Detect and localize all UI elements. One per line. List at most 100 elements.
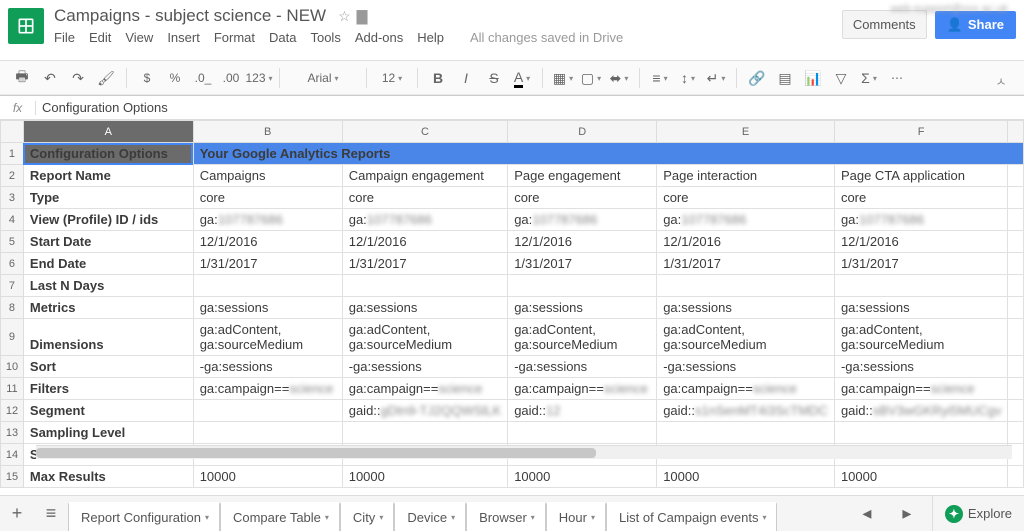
cell-B8[interactable]: ga:sessions [193,297,342,319]
cell-E4[interactable]: ga:107787686 [657,209,835,231]
print-icon[interactable]: 🖶 [10,66,34,90]
add-sheet-button[interactable]: + [0,496,34,531]
cell-C3[interactable]: core [342,187,507,209]
redo-icon[interactable]: ↷ [66,66,90,90]
scroll-tabs-left[interactable]: ◂ [850,503,884,524]
all-sheets-button[interactable]: ≡ [34,496,68,531]
number-format-dropdown[interactable]: 123 [247,66,271,90]
cell-A12[interactable]: Segment [23,400,193,422]
cell-F5[interactable]: 12/1/2016 [834,231,1007,253]
cell-D12[interactable]: gaid::12 [508,400,657,422]
cell-A11[interactable]: Filters [23,378,193,400]
menu-edit[interactable]: Edit [89,30,111,45]
row-header[interactable]: 7 [1,275,24,297]
formula-input[interactable] [36,100,1024,115]
cell-F10[interactable]: -ga:sessions [834,356,1007,378]
cell-F12[interactable]: gaid::sBV3wGKRyi5MUCgv [834,400,1007,422]
cell-F15[interactable]: 10000 [834,466,1007,488]
cell-D4[interactable]: ga:107787686 [508,209,657,231]
dec-increase-button[interactable]: .00 [219,66,243,90]
strike-button[interactable]: S [482,66,506,90]
scroll-tabs-right[interactable]: ▸ [890,503,924,524]
menu-data[interactable]: Data [269,30,296,45]
sheet-tab[interactable]: Compare Table▾ [220,502,340,531]
cell-F2[interactable]: Page CTA application [834,165,1007,187]
row-header[interactable]: 5 [1,231,24,253]
cell-C8[interactable]: ga:sessions [342,297,507,319]
sheet-tab[interactable]: Hour▾ [546,502,606,531]
cell-C5[interactable]: 12/1/2016 [342,231,507,253]
row-header[interactable]: 8 [1,297,24,319]
select-all-corner[interactable] [1,121,24,143]
menu-add-ons[interactable]: Add-ons [355,30,403,45]
cell-D5[interactable]: 12/1/2016 [508,231,657,253]
row-header[interactable]: 4 [1,209,24,231]
cell-D9[interactable]: ga:adContent,ga:sourceMedium [508,319,657,356]
row-header[interactable]: 3 [1,187,24,209]
cell-C10[interactable]: -ga:sessions [342,356,507,378]
halign-button[interactable]: ≡ [648,66,672,90]
row-header[interactable]: 6 [1,253,24,275]
row-header[interactable]: 9 [1,319,24,356]
cell-C7[interactable] [342,275,507,297]
cell-D13[interactable] [508,422,657,444]
cell-E2[interactable]: Page interaction [657,165,835,187]
sheet-tab[interactable]: Browser▾ [466,502,546,531]
folder-icon[interactable]: ▇ [357,8,368,24]
borders-button[interactable]: ▢ [579,66,603,90]
cell-E12[interactable]: gaid::s1nSenMT4i3ScTMDC [657,400,835,422]
cell-D10[interactable]: -ga:sessions [508,356,657,378]
italic-button[interactable]: I [454,66,478,90]
cell-F8[interactable]: ga:sessions [834,297,1007,319]
menu-help[interactable]: Help [417,30,444,45]
cell-D11[interactable]: ga:campaign==science [508,378,657,400]
cell-D15[interactable]: 10000 [508,466,657,488]
cell-E15[interactable]: 10000 [657,466,835,488]
cell-B9[interactable]: ga:adContent,ga:sourceMedium [193,319,342,356]
cell-C6[interactable]: 1/31/2017 [342,253,507,275]
cell-D2[interactable]: Page engagement [508,165,657,187]
row-header[interactable]: 12 [1,400,24,422]
cell-B15[interactable]: 10000 [193,466,342,488]
sheets-logo[interactable] [8,8,44,44]
col-header-D[interactable]: D [508,121,657,143]
col-header-C[interactable]: C [342,121,507,143]
cell-E5[interactable]: 12/1/2016 [657,231,835,253]
chart-button[interactable]: 📊 [801,66,825,90]
comment-button[interactable]: ▤ [773,66,797,90]
cell-F4[interactable]: ga:107787686 [834,209,1007,231]
cell-A13[interactable]: Sampling Level [23,422,193,444]
row-header[interactable]: 2 [1,165,24,187]
cell-D6[interactable]: 1/31/2017 [508,253,657,275]
col-header-A[interactable]: A [23,121,193,143]
cell-A7[interactable]: Last N Days [23,275,193,297]
cell-B4[interactable]: ga:107787686 [193,209,342,231]
cell-B2[interactable]: Campaigns [193,165,342,187]
cell-A1[interactable]: Configuration Options [23,143,193,165]
cell-D3[interactable]: core [508,187,657,209]
sheet-tab[interactable]: Device▾ [394,502,466,531]
account-email[interactable]: web-support@xxx.ac.uk [890,3,1008,15]
explore-button[interactable]: ✦ Explore [932,496,1024,531]
sheet-tab[interactable]: Report Configuration▾ [68,502,220,531]
cell-F7[interactable] [834,275,1007,297]
cell-E7[interactable] [657,275,835,297]
menu-view[interactable]: View [125,30,153,45]
text-color-button[interactable]: A [510,66,534,90]
row-header[interactable]: 1 [1,143,24,165]
cell-C4[interactable]: ga:107787686 [342,209,507,231]
collapse-toolbar-icon[interactable]: ㅅ [992,72,1010,90]
cell-B3[interactable]: core [193,187,342,209]
cell-B10[interactable]: -ga:sessions [193,356,342,378]
cell-F11[interactable]: ga:campaign==science [834,378,1007,400]
dec-decrease-button[interactable]: .0_ [191,66,215,90]
cell-E6[interactable]: 1/31/2017 [657,253,835,275]
cell-B5[interactable]: 12/1/2016 [193,231,342,253]
cell-C15[interactable]: 10000 [342,466,507,488]
cell-F9[interactable]: ga:adContent,ga:sourceMedium [834,319,1007,356]
cell-C11[interactable]: ga:campaign==science [342,378,507,400]
cell-E9[interactable]: ga:adContent,ga:sourceMedium [657,319,835,356]
cell-E8[interactable]: ga:sessions [657,297,835,319]
cell-B11[interactable]: ga:campaign==science [193,378,342,400]
bold-button[interactable]: B [426,66,450,90]
